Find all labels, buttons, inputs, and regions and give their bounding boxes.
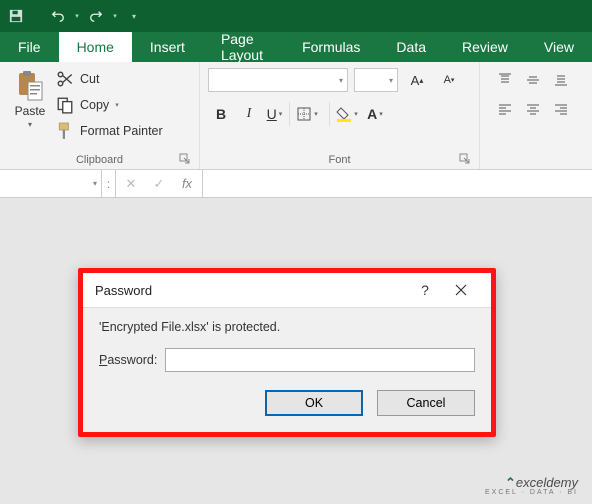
chevron-down-icon: ▾ bbox=[354, 110, 358, 118]
cut-button[interactable]: Cut bbox=[56, 68, 163, 90]
chevron-down-icon: ▾ bbox=[389, 76, 393, 85]
save-icon[interactable] bbox=[6, 6, 26, 26]
undo-icon[interactable] bbox=[48, 6, 68, 26]
cut-label: Cut bbox=[80, 72, 99, 86]
paste-icon bbox=[15, 70, 45, 102]
chevron-down-icon: ▾ bbox=[93, 179, 97, 188]
copy-label: Copy bbox=[80, 98, 109, 112]
enter-formula-button[interactable]: ✓ bbox=[150, 176, 168, 192]
clipboard-launcher-icon[interactable] bbox=[179, 153, 191, 165]
underline-button[interactable]: U▾ bbox=[264, 102, 290, 126]
align-left-button[interactable] bbox=[492, 98, 518, 122]
paste-button[interactable]: Paste ▾ bbox=[8, 66, 52, 129]
ribbon: Paste ▾ Cut Copy ▾ Format Painter bbox=[0, 62, 592, 170]
font-group-label: Font bbox=[328, 154, 350, 166]
chevron-icon: ⌃ bbox=[505, 475, 516, 490]
chevron-down-icon: ▾ bbox=[279, 110, 283, 118]
tab-home[interactable]: Home bbox=[59, 32, 132, 62]
tab-page-layout[interactable]: Page Layout bbox=[203, 32, 284, 62]
tab-formulas[interactable]: Formulas bbox=[284, 32, 378, 62]
password-input[interactable] bbox=[165, 348, 475, 372]
decrease-font-button[interactable]: A▾ bbox=[436, 68, 462, 92]
clipboard-group-label: Clipboard bbox=[76, 154, 123, 166]
watermark-brand: exceldemy bbox=[516, 475, 578, 490]
format-painter-button[interactable]: Format Painter bbox=[56, 120, 163, 142]
name-box[interactable]: ▾ bbox=[0, 170, 102, 197]
formula-bar: ▾ : ✕ ✓ fx bbox=[0, 170, 592, 198]
cancel-button[interactable]: Cancel bbox=[377, 390, 475, 416]
bold-button[interactable]: B bbox=[208, 102, 234, 126]
paste-dropdown-icon[interactable]: ▾ bbox=[28, 120, 32, 129]
chevron-down-icon: ▾ bbox=[379, 110, 383, 118]
italic-button[interactable]: I bbox=[236, 102, 262, 126]
scissors-icon bbox=[56, 70, 74, 88]
help-button[interactable]: ? bbox=[407, 273, 443, 307]
range-colon: : bbox=[102, 170, 116, 197]
align-middle-button[interactable] bbox=[520, 68, 546, 92]
copy-dropdown-icon[interactable]: ▾ bbox=[115, 101, 119, 109]
align-right-button[interactable] bbox=[548, 98, 574, 122]
align-bottom-button[interactable] bbox=[548, 68, 574, 92]
copy-button[interactable]: Copy ▾ bbox=[56, 94, 163, 116]
borders-button[interactable]: ▾ bbox=[294, 102, 320, 126]
password-dialog: Password ? 'Encrypted File.xlsx' is prot… bbox=[78, 268, 496, 437]
tab-review[interactable]: Review bbox=[444, 32, 526, 62]
chevron-down-icon: ▾ bbox=[314, 110, 318, 118]
chevron-down-icon: ▾ bbox=[339, 76, 343, 85]
password-label: Password: bbox=[99, 353, 157, 367]
format-painter-label: Format Painter bbox=[80, 124, 163, 138]
dialog-message: 'Encrypted File.xlsx' is protected. bbox=[99, 320, 475, 334]
tab-insert[interactable]: Insert bbox=[132, 32, 203, 62]
tab-file[interactable]: File bbox=[0, 32, 59, 62]
watermark: ⌃exceldemy EXCEL · DATA · BI bbox=[485, 476, 578, 496]
ribbon-tabs: File Home Insert Page Layout Formulas Da… bbox=[0, 32, 592, 62]
paste-label: Paste bbox=[15, 104, 46, 118]
align-center-button[interactable] bbox=[520, 98, 546, 122]
font-size-combo[interactable]: ▾ bbox=[354, 68, 398, 92]
insert-function-button[interactable]: fx bbox=[178, 176, 196, 191]
tab-data[interactable]: Data bbox=[378, 32, 444, 62]
fill-color-button[interactable]: ▾ bbox=[334, 102, 360, 126]
qat-customize-icon[interactable]: ▾ bbox=[124, 6, 144, 26]
font-color-button[interactable]: A▾ bbox=[362, 102, 388, 126]
ok-button[interactable]: OK bbox=[265, 390, 363, 416]
close-button[interactable] bbox=[443, 273, 479, 307]
watermark-sub: EXCEL · DATA · BI bbox=[485, 489, 578, 496]
increase-font-button[interactable]: A▴ bbox=[404, 68, 430, 92]
undo-dropdown-icon[interactable]: ▾ bbox=[72, 6, 82, 26]
font-name-combo[interactable]: ▾ bbox=[208, 68, 348, 92]
dialog-title: Password bbox=[95, 283, 152, 298]
quick-access-toolbar: ▾ ▾ ▾ bbox=[0, 0, 592, 32]
redo-dropdown-icon[interactable]: ▾ bbox=[110, 6, 120, 26]
tab-view[interactable]: View bbox=[526, 32, 592, 62]
paintbrush-icon bbox=[56, 122, 74, 140]
formula-input[interactable] bbox=[203, 170, 592, 197]
font-launcher-icon[interactable] bbox=[459, 153, 471, 165]
align-top-button[interactable] bbox=[492, 68, 518, 92]
redo-icon[interactable] bbox=[86, 6, 106, 26]
copy-icon bbox=[56, 96, 74, 114]
cancel-formula-button[interactable]: ✕ bbox=[122, 176, 140, 192]
